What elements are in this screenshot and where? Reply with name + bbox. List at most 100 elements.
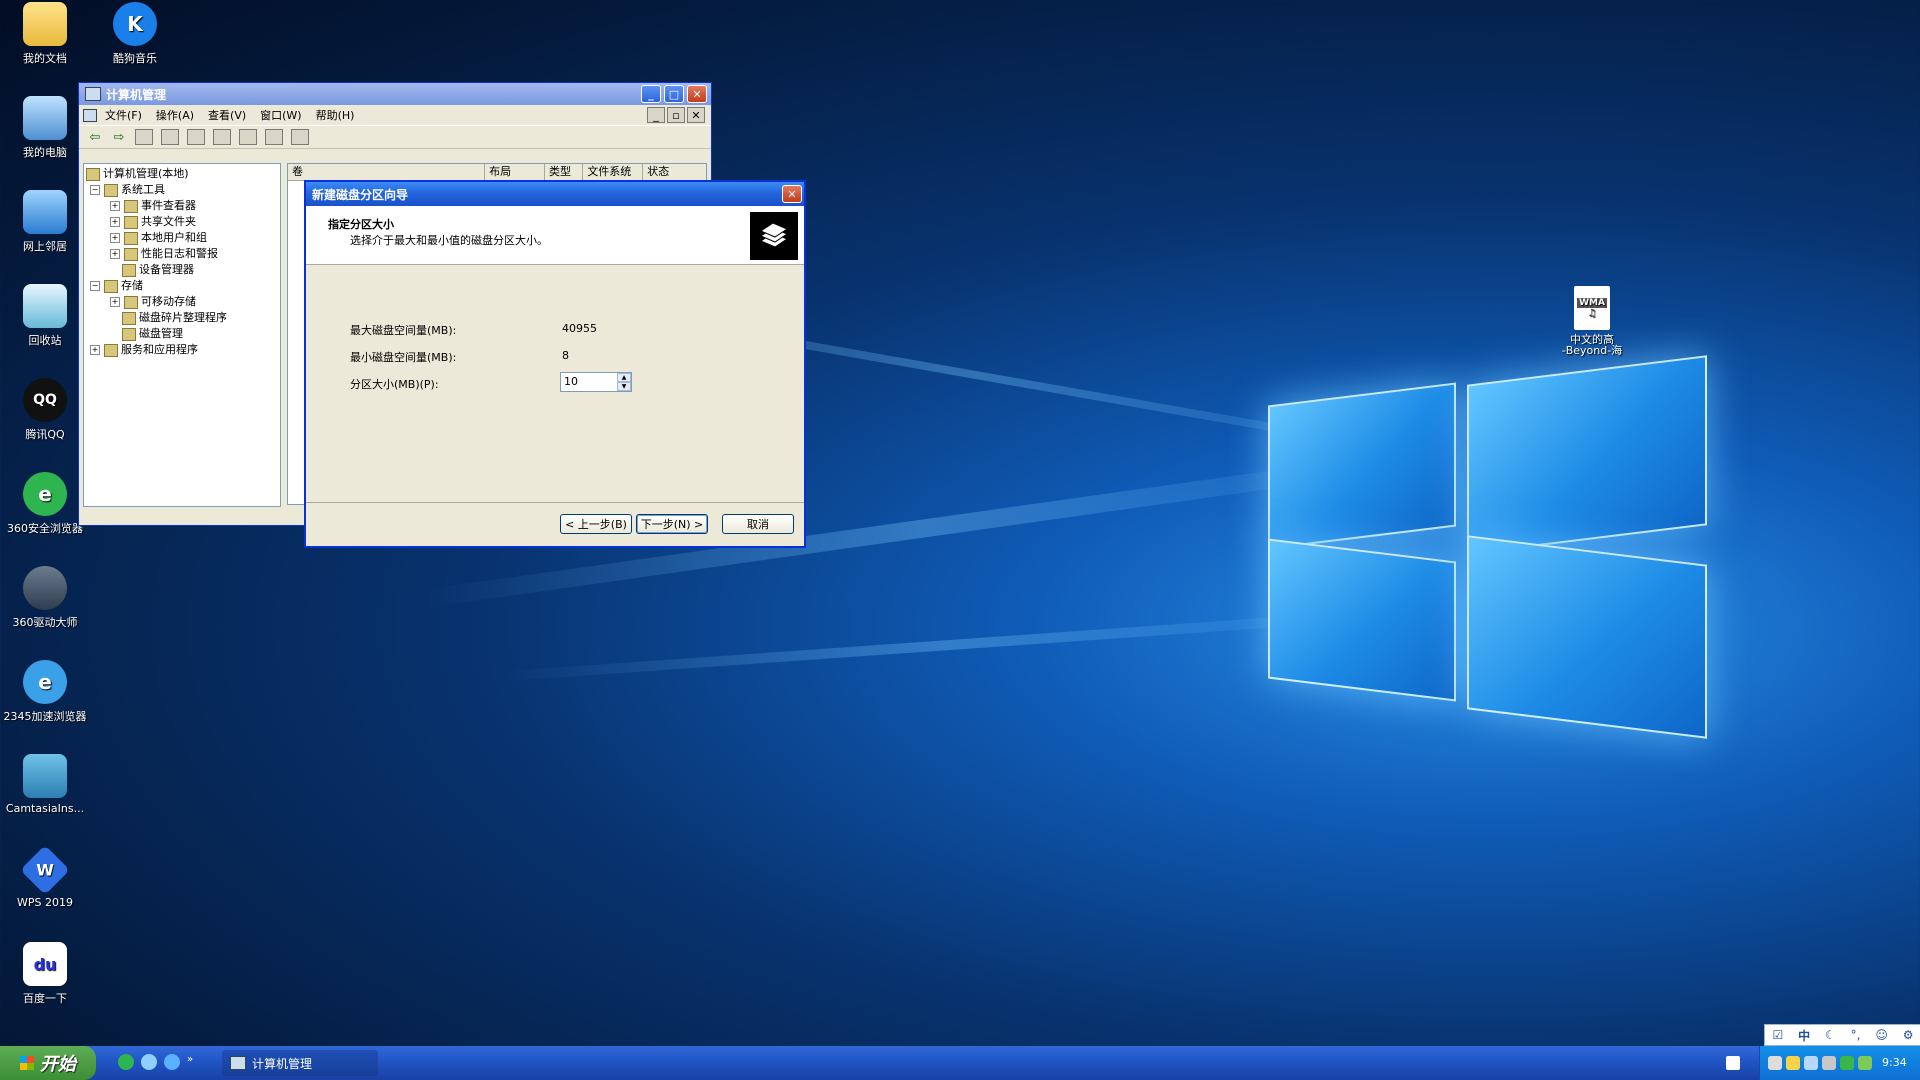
menu-help[interactable]: 帮助(H) [316, 107, 355, 123]
desktop-icon-qq[interactable]: QQ 腾讯QQ [0, 378, 90, 442]
tree-item-device-manager[interactable]: 设备管理器 [84, 262, 280, 278]
desktop-icon-360-browser[interactable]: e 360安全浏览器 [0, 472, 90, 536]
desktop-icon-my-documents[interactable]: 我的文档 [0, 2, 90, 66]
360-tray-icon[interactable] [1840, 1056, 1854, 1070]
title-bar[interactable]: 计算机管理 _ □ ✕ [79, 83, 711, 105]
desktop-icon-wps[interactable]: W WPS 2019 [0, 845, 90, 909]
close-button[interactable]: ✕ [687, 85, 707, 103]
wizard-close-button[interactable]: ✕ [782, 185, 802, 203]
spinner-down-icon[interactable]: ▼ [617, 382, 631, 391]
desktop-icon-kugou[interactable]: K 酷狗音乐 [90, 2, 180, 66]
tree-item-system-tools[interactable]: − 系统工具 [84, 182, 280, 198]
spinner-up-icon[interactable]: ▲ [617, 373, 631, 382]
column-layout[interactable]: 布局 [485, 164, 545, 180]
desktop-icon-recycle-bin[interactable]: 回收站 [0, 284, 90, 348]
desktop-icon-360-driver[interactable]: 360驱动大师 [0, 566, 90, 630]
menu-window[interactable]: 窗口(W) [260, 107, 301, 123]
maximize-button[interactable]: □ [664, 85, 684, 103]
gear-icon[interactable]: ⚙ [1903, 1028, 1914, 1042]
minimize-button[interactable]: _ [641, 85, 661, 103]
expand-icon[interactable]: + [90, 345, 100, 355]
shield-tray-icon[interactable] [1858, 1056, 1872, 1070]
expand-icon[interactable]: + [110, 297, 120, 307]
wizard-footer-divider [306, 502, 804, 503]
collapse-icon[interactable]: − [90, 281, 100, 291]
desktop-icon-wma-file[interactable]: WMA ♫ 中文的高 -Beyond-海 [1546, 286, 1638, 356]
back-button[interactable]: < 上一步(B) [560, 514, 632, 534]
clock[interactable]: 9:34 [1882, 1056, 1907, 1069]
tree-item-storage[interactable]: − 存储 [84, 278, 280, 294]
child-minimize-button[interactable]: _ [647, 107, 665, 123]
disk-stack-icon [750, 212, 798, 260]
wizard-title-bar[interactable]: 新建磁盘分区向导 ✕ [306, 182, 804, 206]
back-arrow-icon[interactable]: ⇦ [87, 130, 103, 145]
desktop-icon-label: 360安全浏览器 [7, 522, 83, 535]
taskbar-button-computer-management[interactable]: 计算机管理 [222, 1050, 378, 1076]
help-icon[interactable] [213, 129, 231, 145]
expand-icon[interactable]: + [110, 201, 120, 211]
desktop-icon-network[interactable]: 网上邻居 [0, 190, 90, 254]
child-close-button[interactable]: ✕ [687, 107, 705, 123]
volume-tray-icon[interactable] [1822, 1056, 1836, 1070]
expand-icon[interactable]: + [110, 217, 120, 227]
ime-chinese[interactable]: 中 [1798, 1027, 1810, 1044]
360-driver-icon [23, 566, 67, 610]
up-folder-icon[interactable] [135, 129, 153, 145]
column-volume[interactable]: 卷 [288, 164, 486, 180]
column-status[interactable]: 状态 [643, 164, 706, 180]
ie-quicklaunch-icon[interactable] [141, 1054, 157, 1070]
event-viewer-icon [124, 199, 138, 213]
tree-item-removable-storage[interactable]: + 可移动存储 [84, 294, 280, 310]
menu-file[interactable]: 文件(F) [105, 107, 142, 123]
column-type[interactable]: 类型 [545, 164, 584, 180]
network-tray-icon[interactable] [1804, 1056, 1818, 1070]
start-button[interactable]: 开始 [0, 1046, 96, 1080]
show-desktop-icon[interactable] [1726, 1056, 1740, 1070]
forward-arrow-icon[interactable]: ⇨ [111, 130, 127, 145]
tree-item-root[interactable]: 计算机管理(本地) [84, 166, 280, 182]
tree-item-disk-management[interactable]: 磁盘管理 [84, 326, 280, 342]
kugou-quicklaunch-icon[interactable] [164, 1054, 180, 1070]
refresh-icon[interactable] [239, 129, 257, 145]
quicklaunch-chevron-icon[interactable]: » [187, 1054, 193, 1070]
desktop-icon-my-computer[interactable]: 我的电脑 [0, 96, 90, 160]
next-button[interactable]: 下一步(N) > [636, 514, 708, 534]
desktop-icon-label: 酷狗音乐 [113, 52, 157, 65]
settings-icon[interactable] [291, 129, 309, 145]
keyboard-tray-icon[interactable] [1768, 1056, 1782, 1070]
qq-tray-icon[interactable] [1786, 1056, 1800, 1070]
network-icon [23, 190, 67, 234]
moon-icon[interactable]: ☾ [1825, 1028, 1836, 1042]
expand-icon[interactable]: + [110, 249, 120, 259]
collapse-icon[interactable]: − [90, 185, 100, 195]
partition-size-stepper[interactable]: 10 ▲ ▼ [560, 372, 632, 392]
desktop-icon-baidu[interactable]: du 百度一下 [0, 942, 90, 1006]
export-icon[interactable] [265, 129, 283, 145]
user-icon[interactable]: ☺ [1875, 1028, 1888, 1042]
tree-item-performance-logs[interactable]: + 性能日志和警报 [84, 246, 280, 262]
check-icon[interactable]: ☑ [1772, 1028, 1783, 1042]
menu-bar: 文件(F) 操作(A) 查看(V) 窗口(W) 帮助(H) _ ▫ ✕ [79, 105, 711, 126]
desktop-icon-2345-browser[interactable]: e 2345加速浏览器 [0, 660, 90, 724]
desktop-icon-camtasia[interactable]: CamtasiaIns... [0, 754, 90, 815]
properties-icon[interactable] [187, 129, 205, 145]
desktop-icon-label: 回收站 [28, 334, 62, 347]
windows-logo-pane-tl [1268, 382, 1456, 550]
console-tree[interactable]: 计算机管理(本地) − 系统工具 + 事件查看器 + 共享文件夹 + 本地用户和组 + 性… [83, 163, 281, 507]
menu-view[interactable]: 查看(V) [208, 107, 246, 123]
tree-item-event-viewer[interactable]: + 事件查看器 [84, 198, 280, 214]
360-browser-quicklaunch-icon[interactable] [118, 1054, 134, 1070]
tree-item-shared-folders[interactable]: + 共享文件夹 [84, 214, 280, 230]
show-hide-tree-icon[interactable] [161, 129, 179, 145]
tree-item-services-apps[interactable]: + 服务和应用程序 [84, 342, 280, 358]
tree-item-defrag[interactable]: 磁盘碎片整理程序 [84, 310, 280, 326]
partition-size-input[interactable]: 10 [561, 373, 617, 391]
tree-item-local-users[interactable]: + 本地用户和组 [84, 230, 280, 246]
desktop-icon-label: WPS 2019 [17, 896, 73, 909]
column-filesystem[interactable]: 文件系统 [583, 164, 644, 180]
menu-action[interactable]: 操作(A) [156, 107, 194, 123]
punctuation-icon[interactable]: °, [1851, 1028, 1861, 1042]
child-restore-button[interactable]: ▫ [667, 107, 685, 123]
expand-icon[interactable]: + [110, 233, 120, 243]
cancel-button[interactable]: 取消 [722, 514, 794, 534]
